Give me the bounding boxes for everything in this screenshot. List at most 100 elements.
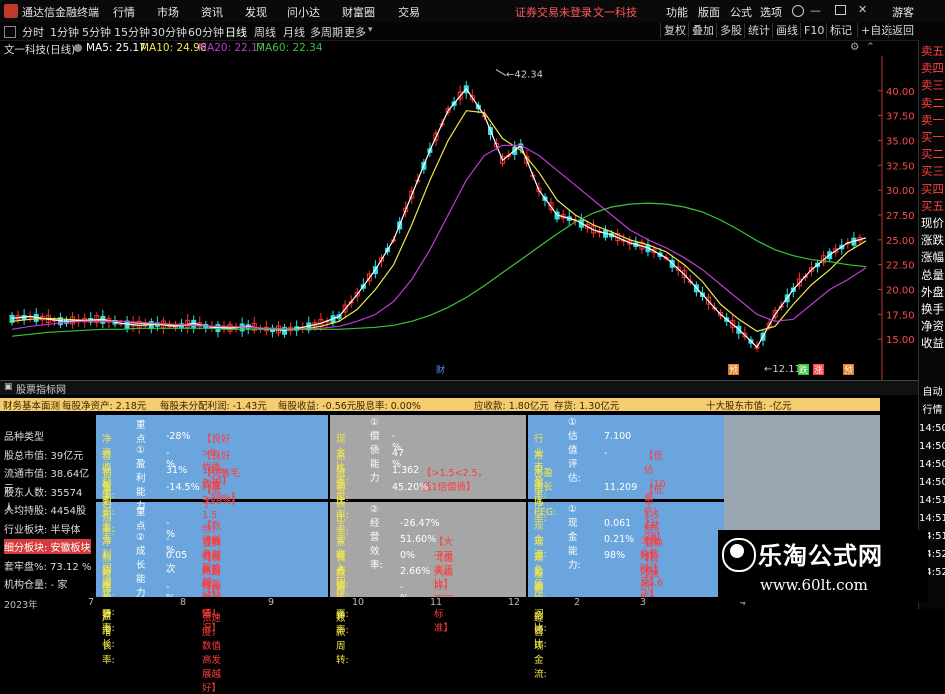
quote-label-9: 买五 [921,198,944,213]
price-tick-label: 20.00 [886,286,915,297]
panel-tab-label[interactable]: 股票指标网 [16,381,66,396]
price-chart[interactable]: 40.00 37.50 35.00 32.50 30.00 27.50 25.00 22.50… [0,56,918,380]
tab-1min[interactable]: 1分钟 [50,24,79,40]
quote-label-2: 卖三 [921,78,944,93]
tab-15min[interactable]: 15分钟 [114,24,150,40]
menu-trade[interactable]: 交易 [398,4,420,20]
f10-button[interactable]: F10 [800,23,827,38]
watermark-logo-dot-icon [730,544,744,558]
ma-line-ma60 [11,202,867,337]
price-annotations: ←42.34 ←12.11 [495,69,801,375]
overlay-button[interactable]: 叠加 [688,23,717,38]
stats-button[interactable]: 统计 [744,23,773,38]
ma5-value: MA5: 25.17 [86,42,146,54]
toggle-icon[interactable] [4,26,16,38]
dividend-yield: 股息率: 0.00% [356,401,421,412]
tab-multi-period[interactable]: 多周期 [310,24,343,40]
tab-60min[interactable]: 60分钟 [188,24,224,40]
quote-label-11: 涨跌 [921,233,944,248]
profit-row-value: 31% [166,465,188,476]
panel-expand-icon[interactable]: ▣ [4,382,13,392]
app-logo-icon [4,4,18,18]
auto-quote-toggle[interactable]: 行情 [919,403,945,418]
price-tick-label: 17.50 [886,310,915,321]
layout-menu[interactable]: 版面 [698,4,720,20]
close-icon[interactable]: ✕ [858,3,867,16]
tick-time: 14:50 [919,423,945,434]
minimize-icon[interactable]: — [810,4,821,17]
ma-lines-layer [11,87,867,349]
quote-label-4: 卖一 [921,112,944,127]
undistributed-profit: 每股未分配利润: -1.43元 [160,401,267,412]
settings-icon[interactable]: ⚙ [850,41,859,53]
collapse-icon[interactable]: ⌃ [866,41,875,53]
low-price-label: ←12.11 [764,364,801,375]
quote-label-5: 买一 [921,130,944,144]
adjust-button[interactable]: 复权 [660,23,689,38]
tab-daily[interactable]: 日线 [225,24,247,40]
date-tick-label: 10 [352,597,365,608]
guest-label[interactable]: 游客 [892,4,914,20]
profile-item: 股总市值: 39亿元 [4,450,84,462]
indicator-panel-tab[interactable]: ▣ 股票指标网 [0,380,918,396]
ma-line-ma5 [11,87,867,349]
cash-row-value: 0.21% [604,534,635,545]
menu-wealth-circle[interactable]: 财富圈 [342,4,375,20]
draw-line-button[interactable]: 画线 [772,23,801,38]
tick-time: 14:50 [919,441,945,452]
options-menu[interactable]: 选项 [760,4,782,20]
quote-label-15: 换手 [921,302,944,316]
valuation-row-value: 7.100 [604,431,632,442]
back-button[interactable]: 返回 [888,23,917,38]
tick-time: 14:51 [919,495,945,506]
price-axis: 40.00 37.50 35.00 32.50 30.00 27.50 25.00 22.50… [878,56,915,380]
menu-market[interactable]: 市场 [157,4,179,20]
tab-30min[interactable]: 30分钟 [151,24,187,40]
tab-monthly[interactable]: 月线 [283,24,305,40]
nav-per-share: 每股净资产: 2.18元 [62,401,147,412]
chevron-down-icon[interactable]: ▾ [368,25,373,35]
quote-label-3: 卖二 [921,95,944,110]
multi-stock-button[interactable]: 多股 [716,23,745,38]
event-marker-label: 涨 [814,365,823,376]
auto-quote-toggle[interactable]: 自动 [919,385,945,400]
ma10-value: MA10: 24.96 [140,42,207,54]
eps: 每股收益: -0.56元 [278,401,357,412]
price-tick-label: 32.50 [886,161,915,172]
growth-caption: 重点② 成长能力 [136,507,146,599]
menu-ask[interactable]: 问小达 [287,4,320,20]
tab-more[interactable]: 更多 [344,24,366,40]
receivables: 应收款: 1.80亿元 [474,401,549,412]
maximize-icon[interactable] [835,5,846,15]
quote-label-0: 卖五 [921,44,944,58]
profile-item: 人均持股: 4454股 [4,506,86,517]
tick-time: 14:51 [919,513,945,524]
profile-item: 品种类型 [4,432,44,443]
menu-quotes[interactable]: 行情 [113,4,135,20]
quote-label-6: 买二 [921,147,944,162]
tab-weekly[interactable]: 周线 [254,24,276,40]
login-status[interactable]: 证券交易未登录 [515,4,592,20]
operation-row-value: 51.60% [400,534,437,545]
tick-time: 14:50 [919,477,945,488]
quote-label-10: 现价 [921,216,944,230]
menu-news[interactable]: 资讯 [201,4,223,20]
event-marker-label: 预 [729,365,738,376]
tab-intraday[interactable]: 分时 [22,24,44,40]
quote-label-14: 外盘 [921,284,944,299]
tab-5min[interactable]: 5分钟 [82,24,111,40]
operation-row-value: -26.47% [400,518,440,529]
event-marker-label: 财 [436,364,445,376]
mark-button[interactable]: 标记 [826,23,855,38]
user-icon[interactable] [792,5,804,17]
settings-dot-icon[interactable] [74,44,82,52]
summary-title: 财务基本面测 [3,401,61,412]
function-menu[interactable]: 功能 [666,4,688,20]
candlestick-layer [9,80,863,352]
indicator-bar: 文一科技(日线) MA5: 25.17 MA10: 24.96 MA20: 22… [0,41,880,56]
inventory: 存货: 1.30亿元 [554,401,620,412]
menu-discover[interactable]: 发现 [245,4,267,20]
formula-menu[interactable]: 公式 [730,4,752,20]
quote-label-16: 净资 [921,319,944,334]
ma60-value: MA60: 22.34 [256,42,323,54]
